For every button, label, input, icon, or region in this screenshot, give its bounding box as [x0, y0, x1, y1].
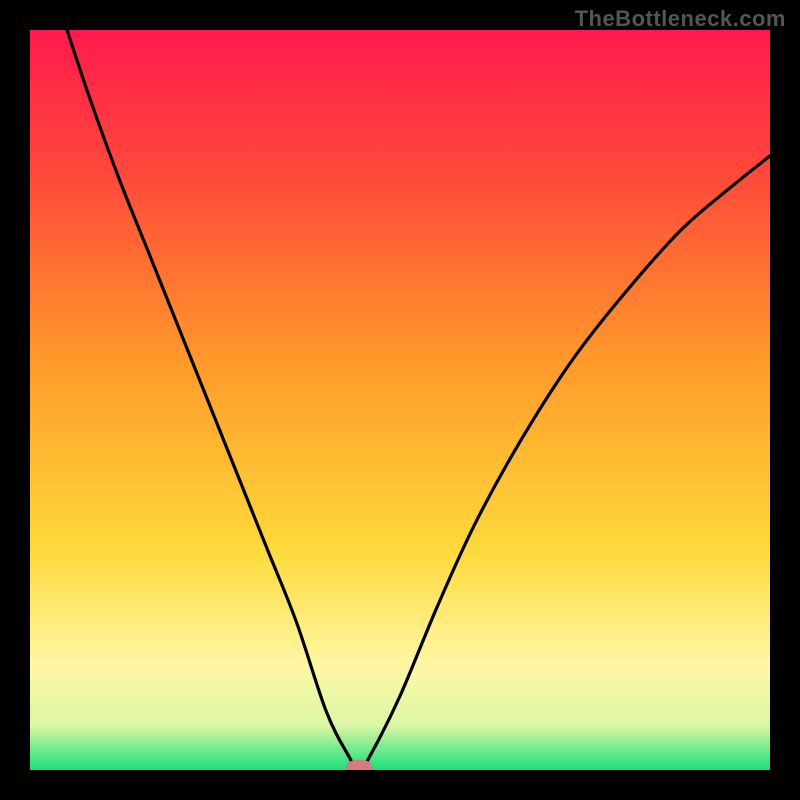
chart-stage: TheBottleneck.com [0, 0, 800, 800]
gradient-background [30, 30, 770, 770]
plot-svg [30, 30, 770, 770]
plot-area [30, 30, 770, 770]
watermark-text: TheBottleneck.com [575, 6, 786, 32]
